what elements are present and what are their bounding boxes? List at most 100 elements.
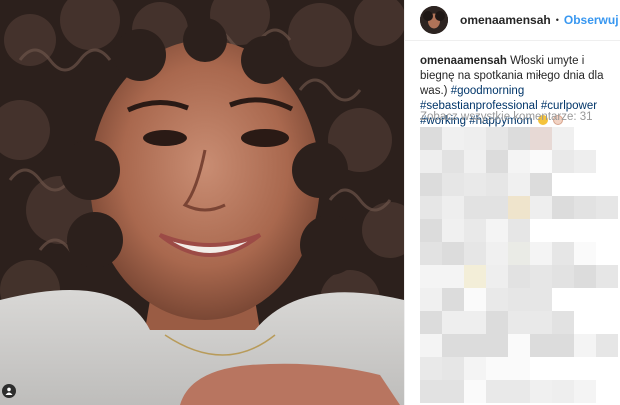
mosaic-tile [552,127,574,150]
mosaic-tile [530,380,552,403]
mosaic-tile [574,196,596,219]
caption-username[interactable]: omenaamensah [420,55,507,67]
follow-button[interactable]: Obserwuj [564,13,619,27]
mosaic-tile [530,288,552,311]
separator-dot: • [555,15,559,25]
mosaic-tile [508,311,530,334]
mosaic-tile [596,334,618,357]
mosaic-tile [442,219,464,242]
mosaic-tile [420,219,442,242]
mosaic-tile [596,357,618,380]
mosaic-tile [442,196,464,219]
avatar-image [420,6,448,34]
mosaic-tile [508,196,530,219]
mosaic-tile [508,127,530,150]
mosaic-tile [574,150,596,173]
mosaic-tile [530,242,552,265]
mosaic-tile [486,357,508,380]
blurred-comments-mosaic [420,127,620,403]
mosaic-tile [486,242,508,265]
mosaic-tile [596,127,618,150]
username-link[interactable]: omenaamensah [460,13,551,27]
mosaic-tile [530,311,552,334]
view-all-comments-link[interactable]: Zobacz wszystkie komentarze: 31 [420,111,593,123]
mosaic-tile [596,150,618,173]
mosaic-tile [464,219,486,242]
portrait-image [0,0,404,405]
mosaic-tile [574,173,596,196]
mosaic-tile [530,127,552,150]
mosaic-tile [596,196,618,219]
mosaic-tile [552,357,574,380]
mosaic-tile [574,311,596,334]
mosaic-tile [442,127,464,150]
mosaic-tile [464,380,486,403]
mosaic-tile [442,288,464,311]
mosaic-tile [464,173,486,196]
mosaic-tile [574,242,596,265]
mosaic-tile [486,219,508,242]
tagged-users-button[interactable] [2,384,16,398]
mosaic-tile [420,150,442,173]
mosaic-tile [530,265,552,288]
mosaic-tile [508,265,530,288]
mosaic-tile [530,334,552,357]
person-icon [5,387,13,395]
mosaic-tile [574,380,596,403]
mosaic-tile [420,127,442,150]
mosaic-tile [574,288,596,311]
mosaic-tile [552,288,574,311]
mosaic-tile [596,242,618,265]
mosaic-tile [552,380,574,403]
mosaic-tile [420,380,442,403]
mosaic-tile [508,173,530,196]
mosaic-tile [420,357,442,380]
mosaic-tile [596,288,618,311]
mosaic-tile [464,242,486,265]
avatar[interactable] [420,6,448,34]
mosaic-tile [486,127,508,150]
mosaic-tile [552,173,574,196]
mosaic-tile [442,150,464,173]
mosaic-tile [420,173,442,196]
mosaic-tile [530,150,552,173]
mosaic-tile [574,334,596,357]
mosaic-tile [420,334,442,357]
mosaic-tile [486,288,508,311]
mosaic-tile [508,288,530,311]
mosaic-tile [552,242,574,265]
mosaic-tile [464,334,486,357]
mosaic-tile [442,357,464,380]
mosaic-tile [464,127,486,150]
mosaic-tile [464,357,486,380]
comments-list-blurred [420,127,620,405]
mosaic-tile [596,265,618,288]
mosaic-tile [420,242,442,265]
mosaic-tile [574,357,596,380]
mosaic-tile [486,380,508,403]
mosaic-tile [442,311,464,334]
mosaic-tile [552,196,574,219]
mosaic-tile [530,219,552,242]
mosaic-tile [574,127,596,150]
mosaic-tile [596,380,618,403]
mosaic-tile [486,311,508,334]
mosaic-tile [552,265,574,288]
mosaic-tile [552,150,574,173]
mosaic-tile [420,265,442,288]
post-header: omenaamensah • Obserwuj [405,0,620,41]
mosaic-tile [442,265,464,288]
mosaic-tile [530,357,552,380]
mosaic-tile [596,219,618,242]
mosaic-tile [464,265,486,288]
mosaic-tile [508,334,530,357]
mosaic-tile [442,242,464,265]
mosaic-tile [442,380,464,403]
mosaic-tile [420,311,442,334]
mosaic-tile [508,150,530,173]
mosaic-tile [442,173,464,196]
mosaic-tile [420,196,442,219]
post-photo[interactable] [0,0,404,405]
mosaic-tile [552,219,574,242]
mosaic-tile [442,334,464,357]
